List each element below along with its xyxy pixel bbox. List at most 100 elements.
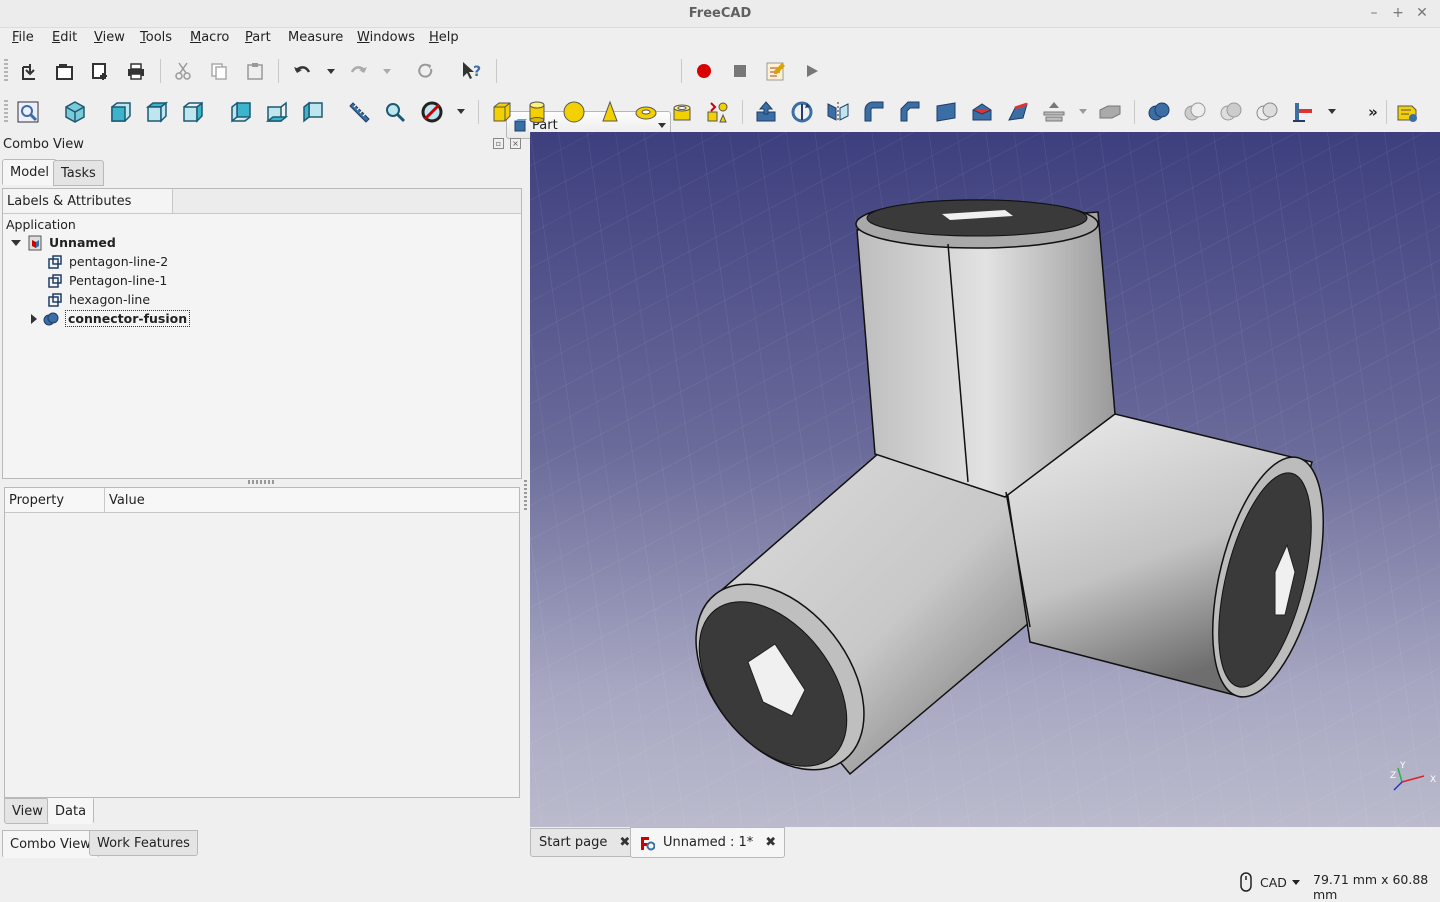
- property-column-header[interactable]: Property: [5, 488, 105, 513]
- tab-tasks[interactable]: Tasks: [53, 160, 104, 186]
- macro-stop-icon[interactable]: [727, 58, 753, 84]
- tab-unnamed-document[interactable]: Unnamed : 1* ✖: [630, 827, 786, 858]
- top-view-icon[interactable]: [144, 99, 170, 125]
- 3d-viewport[interactable]: Z Y X: [530, 132, 1440, 827]
- status-bar: [0, 864, 1440, 900]
- revolve-icon[interactable]: [789, 99, 815, 125]
- tab-label: Unnamed : 1*: [663, 835, 754, 850]
- draw-style-dropdown-icon[interactable]: [457, 109, 465, 114]
- measure-distance-icon[interactable]: [346, 99, 372, 125]
- collapse-arrow-icon[interactable]: [31, 313, 37, 324]
- draw-style-icon[interactable]: [419, 99, 445, 125]
- box-primitive-icon[interactable]: [489, 99, 515, 125]
- tab-data[interactable]: Data: [47, 798, 95, 824]
- sphere-primitive-icon[interactable]: [561, 99, 587, 125]
- close-tab-icon[interactable]: ✖: [765, 835, 776, 850]
- refresh-icon[interactable]: [413, 58, 439, 84]
- section-dropdown-icon[interactable]: [1079, 109, 1087, 114]
- copy-icon[interactable]: [206, 58, 232, 84]
- new-document-icon[interactable]: [15, 58, 41, 84]
- menu-help[interactable]: Help: [429, 30, 459, 45]
- tab-model[interactable]: Model: [2, 159, 58, 185]
- menu-file[interactable]: File: [12, 30, 34, 45]
- tree-item-label: Pentagon-line-1: [69, 273, 168, 288]
- chevron-down-icon: [1291, 879, 1300, 885]
- close-panel-icon[interactable]: ×: [510, 138, 521, 149]
- tree-item-selected[interactable]: connector-fusion: [31, 309, 191, 328]
- undo-icon[interactable]: [289, 58, 315, 84]
- torus-primitive-icon[interactable]: [633, 99, 659, 125]
- union-icon[interactable]: [1146, 99, 1172, 125]
- toolbar-grip[interactable]: [4, 100, 8, 124]
- menu-part[interactable]: Part: [245, 30, 271, 45]
- more-tools-dropdown-icon[interactable]: [1328, 109, 1336, 114]
- primitives-icon[interactable]: [705, 99, 731, 125]
- toolbar-overflow-button[interactable]: »: [1360, 99, 1386, 125]
- tree-item[interactable]: Pentagon-line-1: [47, 271, 167, 290]
- macro-run-icon[interactable]: [799, 58, 825, 84]
- join-icon[interactable]: [1254, 99, 1280, 125]
- section-icon[interactable]: [1041, 99, 1067, 125]
- panel-splitter[interactable]: [248, 480, 276, 484]
- macro-record-icon[interactable]: [691, 58, 717, 84]
- redo-dropdown-icon[interactable]: [383, 69, 391, 74]
- undo-dropdown-icon[interactable]: [327, 69, 335, 74]
- save-icon[interactable]: [87, 58, 113, 84]
- tree-item[interactable]: pentagon-line-2: [47, 252, 168, 271]
- tab-start-page[interactable]: Start page ✖: [530, 828, 640, 857]
- cut-boolean-icon[interactable]: [1182, 99, 1208, 125]
- front-view-icon[interactable]: [108, 99, 134, 125]
- rear-view-icon[interactable]: [228, 99, 254, 125]
- mirror-icon[interactable]: [825, 99, 851, 125]
- menu-tools[interactable]: Tools: [140, 30, 172, 45]
- whats-this-icon[interactable]: ?: [459, 58, 485, 84]
- tab-view[interactable]: View: [4, 798, 51, 824]
- minimize-button[interactable]: –: [1365, 4, 1383, 22]
- cone-primitive-icon[interactable]: [597, 99, 623, 125]
- navigation-style-selector[interactable]: CAD: [1240, 872, 1300, 892]
- tree-column-header[interactable]: Labels & Attributes: [3, 189, 173, 214]
- value-column-header[interactable]: Value: [105, 488, 519, 513]
- cut-icon[interactable]: [170, 58, 196, 84]
- close-button[interactable]: ✕: [1413, 4, 1431, 22]
- menu-windows[interactable]: Windows: [357, 30, 415, 45]
- tree-item[interactable]: hexagon-line: [47, 290, 150, 309]
- toolbar-grip[interactable]: [4, 59, 8, 83]
- right-view-icon[interactable]: [180, 99, 206, 125]
- tree-document-row[interactable]: Unnamed: [11, 233, 116, 252]
- bounding-box-icon[interactable]: [382, 99, 408, 125]
- fit-all-icon[interactable]: [15, 99, 41, 125]
- application-label: Application: [6, 217, 76, 232]
- dock-splitter[interactable]: [524, 480, 527, 510]
- close-tab-icon[interactable]: ✖: [619, 835, 630, 850]
- loft-icon[interactable]: [1005, 99, 1031, 125]
- redo-icon[interactable]: [346, 58, 372, 84]
- tab-combo-view[interactable]: Combo View: [2, 830, 99, 858]
- cylinder-primitive-icon[interactable]: [524, 99, 550, 125]
- fillet-icon[interactable]: [861, 99, 887, 125]
- more-tools-icon[interactable]: [1290, 99, 1316, 125]
- float-panel-icon[interactable]: ▫: [493, 138, 504, 149]
- ruled-surface-icon[interactable]: [969, 99, 995, 125]
- chamfer-icon[interactable]: [897, 99, 923, 125]
- tab-work-features[interactable]: Work Features: [89, 830, 198, 856]
- menu-edit[interactable]: Edit: [52, 30, 77, 45]
- measure-linear-icon[interactable]: [1394, 99, 1420, 125]
- make-face-icon[interactable]: [933, 99, 959, 125]
- menu-measure[interactable]: Measure: [288, 30, 343, 45]
- menu-macro[interactable]: Macro: [190, 30, 229, 45]
- extrude-icon[interactable]: [753, 99, 779, 125]
- maximize-button[interactable]: +: [1389, 4, 1407, 22]
- left-view-icon[interactable]: [300, 99, 326, 125]
- intersection-icon[interactable]: [1218, 99, 1244, 125]
- bottom-view-icon[interactable]: [264, 99, 290, 125]
- paste-icon[interactable]: [242, 58, 268, 84]
- expand-arrow-icon[interactable]: [11, 239, 21, 246]
- isometric-view-icon[interactable]: [62, 99, 88, 125]
- macro-edit-icon[interactable]: [763, 58, 789, 84]
- tube-primitive-icon[interactable]: [669, 99, 695, 125]
- boolean-icon[interactable]: [1097, 99, 1123, 125]
- open-icon[interactable]: [51, 58, 77, 84]
- print-icon[interactable]: [123, 58, 149, 84]
- menu-view[interactable]: View: [94, 30, 125, 45]
